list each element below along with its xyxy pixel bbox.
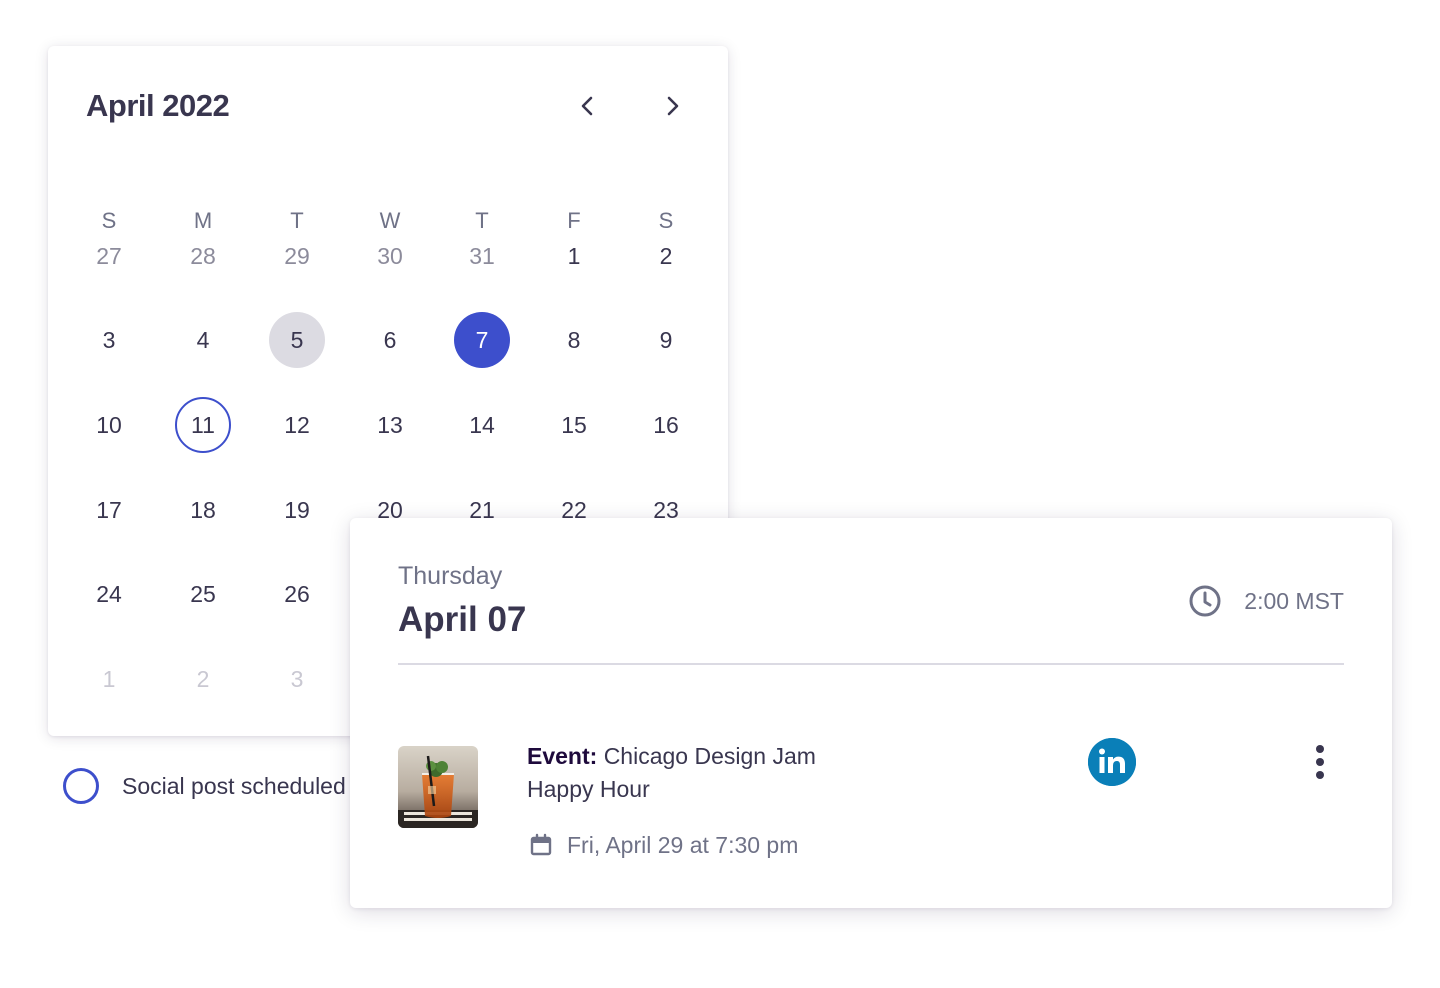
calendar-day[interactable]: 28 bbox=[175, 228, 231, 284]
calendar-day[interactable]: 5 bbox=[269, 312, 325, 368]
calendar-day[interactable]: 25 bbox=[175, 566, 231, 622]
calendar-day[interactable]: 10 bbox=[81, 397, 137, 453]
calendar-day[interactable]: 30 bbox=[362, 228, 418, 284]
calendar-day[interactable]: 11 bbox=[175, 397, 231, 453]
more-vertical-icon-dot bbox=[1316, 758, 1324, 766]
calendar-day[interactable]: 14 bbox=[454, 397, 510, 453]
calendar-day[interactable]: 15 bbox=[546, 397, 602, 453]
calendar-day[interactable]: 7 bbox=[454, 312, 510, 368]
calendar-month-title: April 2022 bbox=[86, 88, 230, 123]
calendar-day[interactable]: 12 bbox=[269, 397, 325, 453]
calendar-day[interactable]: 13 bbox=[362, 397, 418, 453]
calendar-day[interactable]: 26 bbox=[269, 566, 325, 622]
legend-label: Social post scheduled bbox=[122, 772, 346, 799]
selected-weekday: Thursday bbox=[398, 562, 503, 590]
calendar-day[interactable]: 2 bbox=[638, 228, 694, 284]
calendar-day[interactable]: 29 bbox=[269, 228, 325, 284]
previous-month-button[interactable] bbox=[568, 86, 608, 126]
more-options-button[interactable] bbox=[1302, 742, 1338, 782]
calendar-week-row: 3456789 bbox=[48, 312, 728, 372]
calendar-day[interactable]: 27 bbox=[81, 228, 137, 284]
calendar-day[interactable]: 18 bbox=[175, 482, 231, 538]
selected-date: April 07 bbox=[398, 600, 527, 639]
chevron-right-icon bbox=[667, 96, 679, 116]
time-label: 2:00 MST bbox=[1244, 587, 1344, 614]
event-datetime: Fri, April 29 at 7:30 pm bbox=[567, 831, 799, 858]
clock-icon bbox=[1188, 584, 1222, 618]
page: April 2022 SMTWTFS 27 28 29 30 31 1 2 3 4 5 6 7 8 9 10… bbox=[0, 0, 1440, 988]
event-prefix: Event: bbox=[527, 743, 598, 769]
event-title[interactable]: Event: Chicago Design Jam Happy Hour bbox=[527, 740, 947, 806]
legend-ring-icon bbox=[63, 768, 99, 804]
cocktail-photo-icon bbox=[398, 746, 478, 828]
calendar-day[interactable]: 24 bbox=[81, 566, 137, 622]
event-name-line1: Chicago Design Jam bbox=[603, 743, 816, 769]
calendar-day[interactable]: 19 bbox=[269, 482, 325, 538]
event-thumbnail[interactable] bbox=[398, 746, 478, 828]
chevron-left-icon bbox=[581, 96, 593, 116]
calendar-week-row: 27 28 29 30 31 1 2 bbox=[48, 228, 728, 288]
calendar-day[interactable]: 16 bbox=[638, 397, 694, 453]
calendar-day[interactable]: 1 bbox=[81, 651, 137, 707]
more-vertical-icon-dot bbox=[1316, 745, 1324, 753]
calendar-day[interactable]: 3 bbox=[81, 312, 137, 368]
divider bbox=[398, 663, 1344, 665]
calendar-day[interactable]: 6 bbox=[362, 312, 418, 368]
calendar-day[interactable]: 17 bbox=[81, 482, 137, 538]
calendar-day[interactable]: 4 bbox=[175, 312, 231, 368]
calendar-day[interactable]: 9 bbox=[638, 312, 694, 368]
calendar-day[interactable]: 1 bbox=[546, 228, 602, 284]
calendar-week-row: 10 11 12 13 14 15 16 bbox=[48, 397, 728, 457]
calendar-day[interactable]: 31 bbox=[454, 228, 510, 284]
linkedin-icon[interactable] bbox=[1088, 738, 1136, 786]
legend: Social post scheduled bbox=[63, 768, 346, 804]
calendar-icon bbox=[527, 831, 555, 859]
next-month-button[interactable] bbox=[652, 86, 692, 126]
event-name-line2: Happy Hour bbox=[527, 776, 650, 802]
calendar-day[interactable]: 2 bbox=[175, 651, 231, 707]
event-detail-card: Thursday April 07 2:00 MST Event: Chicag… bbox=[350, 518, 1392, 908]
calendar-day[interactable]: 3 bbox=[269, 651, 325, 707]
more-vertical-icon-dot bbox=[1316, 771, 1324, 779]
scheduled-time: 2:00 MST bbox=[1188, 584, 1344, 618]
calendar-day[interactable]: 8 bbox=[546, 312, 602, 368]
event-datetime-row: Fri, April 29 at 7:30 pm bbox=[527, 828, 798, 862]
